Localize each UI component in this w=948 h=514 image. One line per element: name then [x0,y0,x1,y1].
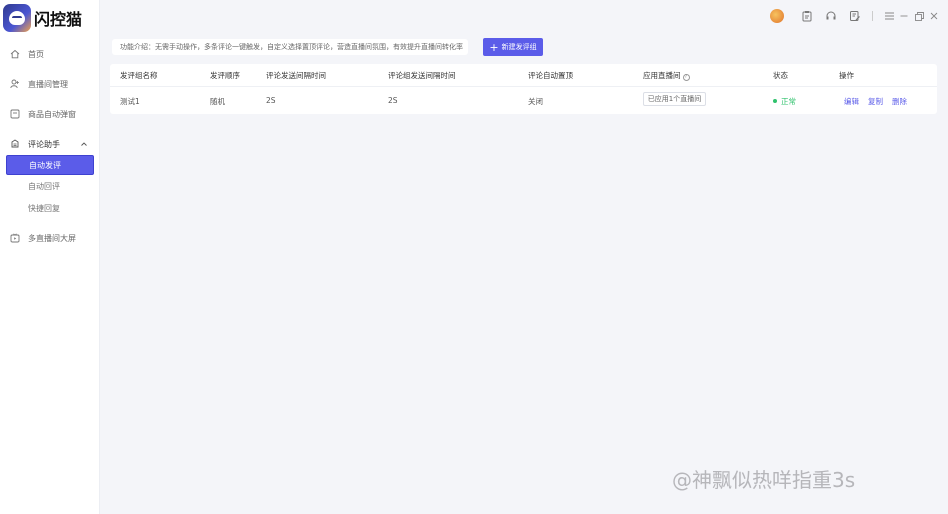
avatar[interactable] [770,9,784,23]
row-order: 随机 [210,97,225,106]
sidebar-item-label: 多直播间大屏 [28,233,76,243]
app-logo[interactable]: 闪控猫 [3,4,82,32]
table-header-group-interval: 评论组发送间隔时间 [388,71,456,80]
clipboard-icon[interactable] [800,9,814,23]
copy-link[interactable]: 复制 [868,96,883,107]
menu-icon[interactable] [883,9,895,23]
edit-note-icon[interactable] [848,9,862,23]
sidebar-subitem-auto-comment[interactable]: 自动发评 [6,155,94,175]
window-icon [10,109,20,119]
home-icon [10,49,20,59]
comment-icon [10,139,20,149]
table-header-status: 状态 [773,71,788,80]
row-applied-room-tag[interactable]: 已应用1个直播间 [643,92,706,106]
sidebar-subitem-quick-reply[interactable]: 快捷回复 [6,199,94,219]
cat-logo-icon [3,4,31,32]
sidebar-item-label: 评论助手 [28,139,60,149]
sidebar-subitem-auto-reply[interactable]: 自动回评 [6,177,94,197]
table-header-auto-pin: 评论自动置顶 [528,71,573,80]
table-header-divider [110,86,937,87]
status-badge: 正常 [781,97,796,106]
comment-group-table: 发评组名称 发评顺序 评论发送间隔时间 评论组发送间隔时间 评论自动置顶 应用直… [110,64,937,114]
plus-icon: + [489,40,499,54]
window-toolbar [770,8,948,24]
table-header-applied-room: 应用直播间? [643,70,690,81]
row-name: 测试1 [120,97,140,106]
new-comment-group-label: 新建发评组 [501,43,537,51]
user-icon [10,79,20,89]
restore-icon[interactable] [913,9,925,23]
row-auto-pin: 关闭 [528,97,543,106]
sidebar-item-comment-assistant[interactable]: 评论助手 [6,133,94,155]
edit-link[interactable]: 编辑 [844,96,859,107]
sidebar-item-product-popup[interactable]: 商品自动弹窗 [6,103,94,125]
sidebar-item-label: 直播间管理 [28,79,68,89]
sidebar: 闪控猫 首页 直播间管理 商品自动弹窗 评论助手 自动发评 自动回评 快捷回复 … [0,0,100,514]
watermark: @神飘似热咩指重3s [672,468,856,492]
new-comment-group-button[interactable]: + 新建发评组 [483,38,543,56]
close-icon[interactable] [928,9,940,23]
app-logo-text: 闪控猫 [34,10,83,29]
sidebar-item-home[interactable]: 首页 [6,43,94,65]
tv-icon [10,233,20,243]
sidebar-item-label: 首页 [28,49,44,59]
feature-intro: 功能介绍：无需手动操作，多条评论一键触发，自定义选择置顶评论，营造直播间氛围，有… [112,39,468,55]
table-header-name: 发评组名称 [120,71,158,80]
minimize-icon[interactable] [898,9,910,23]
sidebar-item-live-room-management[interactable]: 直播间管理 [6,73,94,95]
toolbar-divider [872,11,873,21]
delete-link[interactable]: 删除 [892,96,907,107]
table-header-applied-room-label: 应用直播间 [643,71,681,80]
table-header-order: 发评顺序 [210,71,240,80]
help-icon[interactable]: ? [682,74,690,81]
chevron-up-icon[interactable] [80,140,88,148]
status-dot [773,99,777,103]
row-comment-interval: 2S [266,96,276,105]
table-header-actions: 操作 [839,71,854,80]
table-header-comment-interval: 评论发送间隔时间 [266,71,326,80]
sidebar-item-multi-room-screen[interactable]: 多直播间大屏 [6,227,94,249]
row-group-interval: 2S [388,96,398,105]
headset-icon[interactable] [824,9,838,23]
sidebar-item-label: 商品自动弹窗 [28,109,76,119]
